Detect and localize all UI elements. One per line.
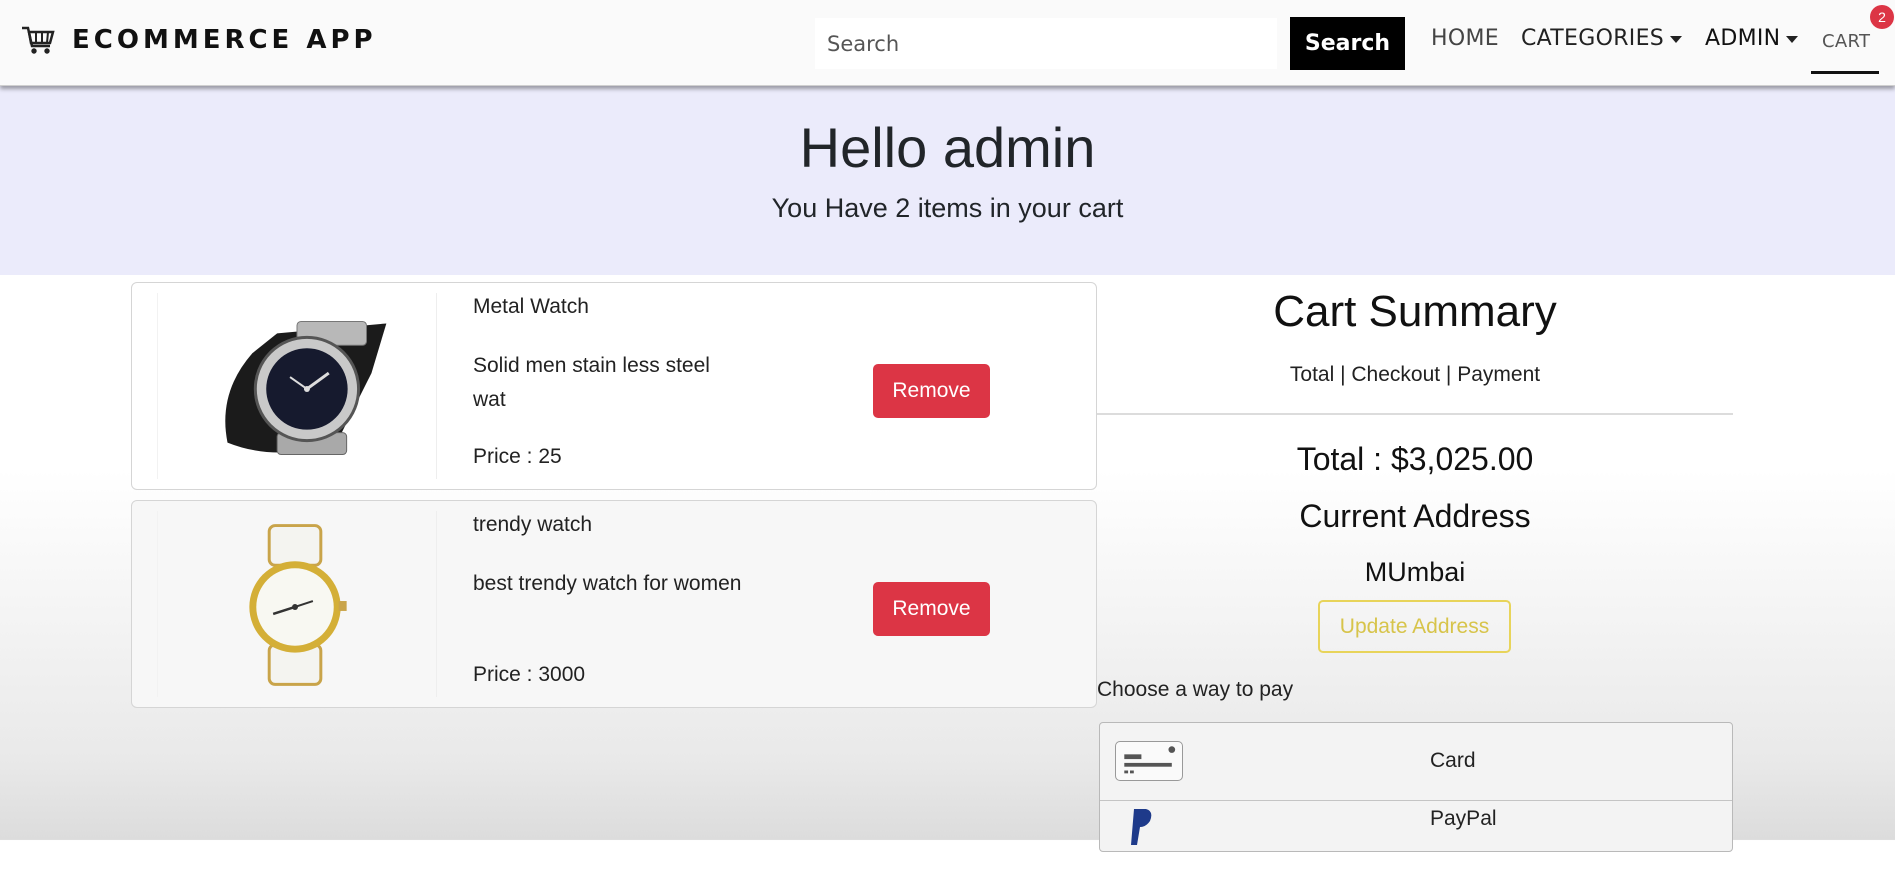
- cart-summary-subtitle: Total | Checkout | Payment: [1289, 363, 1541, 386]
- shopping-cart-icon: [22, 26, 55, 54]
- current-address: MUmbai: [1364, 557, 1466, 587]
- brand[interactable]: ECOMMERCE APP: [20, 22, 377, 58]
- remove-button[interactable]: Remove: [873, 364, 990, 418]
- search-button[interactable]: Search: [1290, 17, 1405, 70]
- remove-button[interactable]: Remove: [873, 582, 990, 636]
- update-address-button[interactable]: Update Address: [1318, 600, 1511, 653]
- nav-cart-link[interactable]: CART: [1822, 31, 1870, 52]
- greeting-banner: Hello admin You Have 2 items in your car…: [0, 85, 1895, 275]
- payment-option-label: PayPal: [1430, 807, 1497, 830]
- caret-down-icon: [1786, 35, 1799, 43]
- greeting-title: Hello admin: [799, 116, 1096, 179]
- payment-option-label: Card: [1430, 749, 1476, 772]
- product-image-trendy-watch: [157, 511, 437, 697]
- nav-admin-dropdown[interactable]: ADMIN: [1705, 26, 1799, 51]
- product-image-metal-watch: [157, 293, 437, 479]
- nav-categories-dropdown[interactable]: CATEGORIES: [1521, 26, 1683, 51]
- cart-count-text: You Have 2 items in your cart: [771, 193, 1124, 223]
- cart-total: Total : $3,025.00: [1296, 441, 1534, 477]
- nav-categories-label: CATEGORIES: [1521, 26, 1665, 51]
- address-heading: Current Address: [1299, 498, 1531, 534]
- item-price: Price : 3000: [473, 663, 586, 686]
- paypal-icon: [1131, 809, 1152, 845]
- navbar: ECOMMERCE APP Search HOME CATEGORIES ADM…: [0, 0, 1895, 86]
- search-input[interactable]: [815, 18, 1277, 69]
- cart-item: trendy watch best trendy watch for women…: [131, 500, 1097, 708]
- item-name: trendy watch: [473, 513, 593, 536]
- brand-name: ECOMMERCE APP: [72, 25, 377, 55]
- payment-option-card[interactable]: Card: [1100, 723, 1732, 801]
- caret-down-icon: [1670, 35, 1683, 43]
- cart-count-badge: 2: [1870, 5, 1894, 29]
- payment-options: Card PayPal: [1099, 722, 1733, 852]
- active-tab-underline: [1811, 71, 1879, 74]
- nav-admin-label: ADMIN: [1705, 26, 1781, 51]
- item-name: Metal Watch: [473, 295, 589, 318]
- credit-card-icon: [1115, 741, 1183, 781]
- item-price: Price : 25: [473, 445, 562, 468]
- item-description: Solid men stain less steel wat: [473, 354, 710, 411]
- item-description: best trendy watch for women: [473, 572, 742, 595]
- cart-summary-title: Cart Summary: [1273, 287, 1557, 336]
- payment-label: Choose a way to pay: [1097, 678, 1294, 701]
- divider: [1097, 413, 1733, 415]
- cart-item: Metal Watch Solid men stain less steel w…: [131, 282, 1097, 490]
- nav-home-link[interactable]: HOME: [1431, 26, 1499, 51]
